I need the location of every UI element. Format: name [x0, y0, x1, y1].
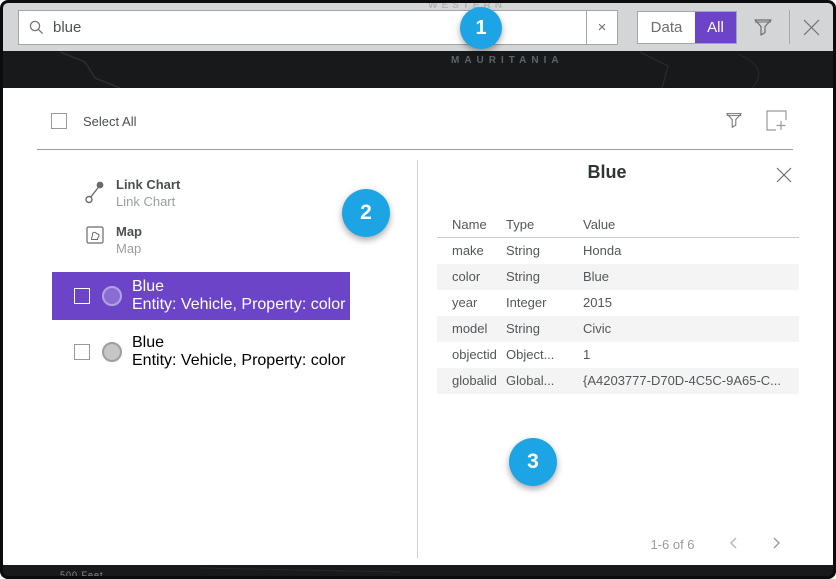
cell-type: String	[506, 316, 583, 342]
list-item-link-chart[interactable]: Link Chart Link Chart	[82, 176, 180, 210]
cell-type: Global...	[506, 368, 583, 394]
list-item-title: Map	[116, 223, 142, 240]
select-all-checkbox[interactable]	[51, 113, 67, 129]
results-filter-icon[interactable]	[724, 110, 744, 133]
row-checkbox[interactable]	[74, 344, 90, 360]
search-input[interactable]	[53, 11, 586, 44]
pagination-label: 1-6 of 6	[630, 537, 715, 552]
table-row: globalid Global... {A4203777-D70D-4C5C-9…	[437, 368, 799, 394]
list-item-blue[interactable]: Blue Entity: Vehicle, Property: color	[52, 328, 350, 376]
list-item-subtitle: Entity: Vehicle, Property: color	[132, 296, 345, 314]
list-item-subtitle: Entity: Vehicle, Property: color	[132, 352, 345, 370]
search-results-panel: Select All	[0, 88, 836, 565]
list-item-subtitle: Link Chart	[116, 193, 180, 210]
attribute-table: Name Type Value make String Honda color …	[437, 212, 799, 394]
list-item-title: Blue	[132, 334, 345, 352]
table-row: objectid Object... 1	[437, 342, 799, 368]
scope-all-button[interactable]: All	[695, 12, 736, 43]
toolbar-divider	[789, 10, 790, 44]
callout-badge-2: 2	[342, 189, 390, 237]
scope-data-button[interactable]: Data	[638, 12, 695, 43]
cell-value: Civic	[583, 316, 799, 342]
search-icon	[19, 19, 53, 36]
cell-type: Integer	[506, 290, 583, 316]
column-header-name: Name	[437, 212, 506, 237]
cell-value: 1	[583, 342, 799, 368]
column-header-value: Value	[583, 212, 799, 237]
map-icon	[82, 226, 108, 244]
search-box: ×	[18, 10, 618, 45]
table-row: make String Honda	[437, 238, 799, 264]
list-item-subtitle: Map	[116, 240, 142, 257]
column-header-type: Type	[506, 212, 583, 237]
cell-value: 2015	[583, 290, 799, 316]
table-row: model String Civic	[437, 316, 799, 342]
cell-name: model	[437, 316, 506, 342]
header-divider	[37, 149, 793, 150]
list-item-blue-selected[interactable]: Blue Entity: Vehicle, Property: color	[52, 272, 350, 320]
link-chart-icon	[82, 179, 108, 205]
entity-dot-icon	[102, 342, 122, 362]
close-search-icon[interactable]	[801, 17, 822, 41]
select-all-label: Select All	[83, 114, 136, 129]
detail-title: Blue	[437, 162, 777, 183]
list-item-title: Link Chart	[116, 176, 180, 193]
cell-name: color	[437, 264, 506, 290]
filter-icon[interactable]	[752, 16, 774, 41]
table-row: year Integer 2015	[437, 290, 799, 316]
detail-close-icon[interactable]	[775, 166, 793, 187]
table-header-row: Name Type Value	[437, 212, 799, 238]
cell-value: Blue	[583, 264, 799, 290]
callout-badge-1: 1	[460, 7, 502, 49]
add-to-selection-icon[interactable]	[766, 110, 787, 134]
cell-name: year	[437, 290, 506, 316]
list-item-map[interactable]: Map Map	[82, 223, 142, 257]
cell-value: Honda	[583, 238, 799, 264]
map-label-western: WESTERN	[428, 0, 506, 11]
table-body: make String Honda color String Blue year…	[437, 238, 799, 394]
list-item-title: Blue	[132, 278, 345, 296]
callout-badge-3: 3	[509, 438, 557, 486]
search-scope-toggle: Data All	[637, 11, 737, 44]
row-checkbox[interactable]	[74, 288, 90, 304]
search-toolbar: WESTERN × Data All	[0, 0, 836, 51]
cell-name: objectid	[437, 342, 506, 368]
cell-value: {A4203777-D70D-4C5C-9A65-C...	[583, 368, 799, 394]
cell-type: Object...	[506, 342, 583, 368]
table-row: color String Blue	[437, 264, 799, 290]
page-prev-icon[interactable]	[726, 535, 742, 554]
cell-type: String	[506, 238, 583, 264]
entity-dot-icon	[102, 286, 122, 306]
list-detail-divider	[417, 160, 418, 558]
map-label-mauritania: MAURITANIA	[451, 55, 564, 66]
page-next-icon[interactable]	[768, 535, 784, 554]
search-clear-button[interactable]: ×	[586, 11, 617, 44]
cell-name: globalid	[437, 368, 506, 394]
cell-name: make	[437, 238, 506, 264]
map-scale-label: 500 Feet	[60, 570, 104, 579]
app-window: MAURITANIA 500 Feet WESTERN × Data All	[0, 0, 836, 579]
cell-type: String	[506, 264, 583, 290]
